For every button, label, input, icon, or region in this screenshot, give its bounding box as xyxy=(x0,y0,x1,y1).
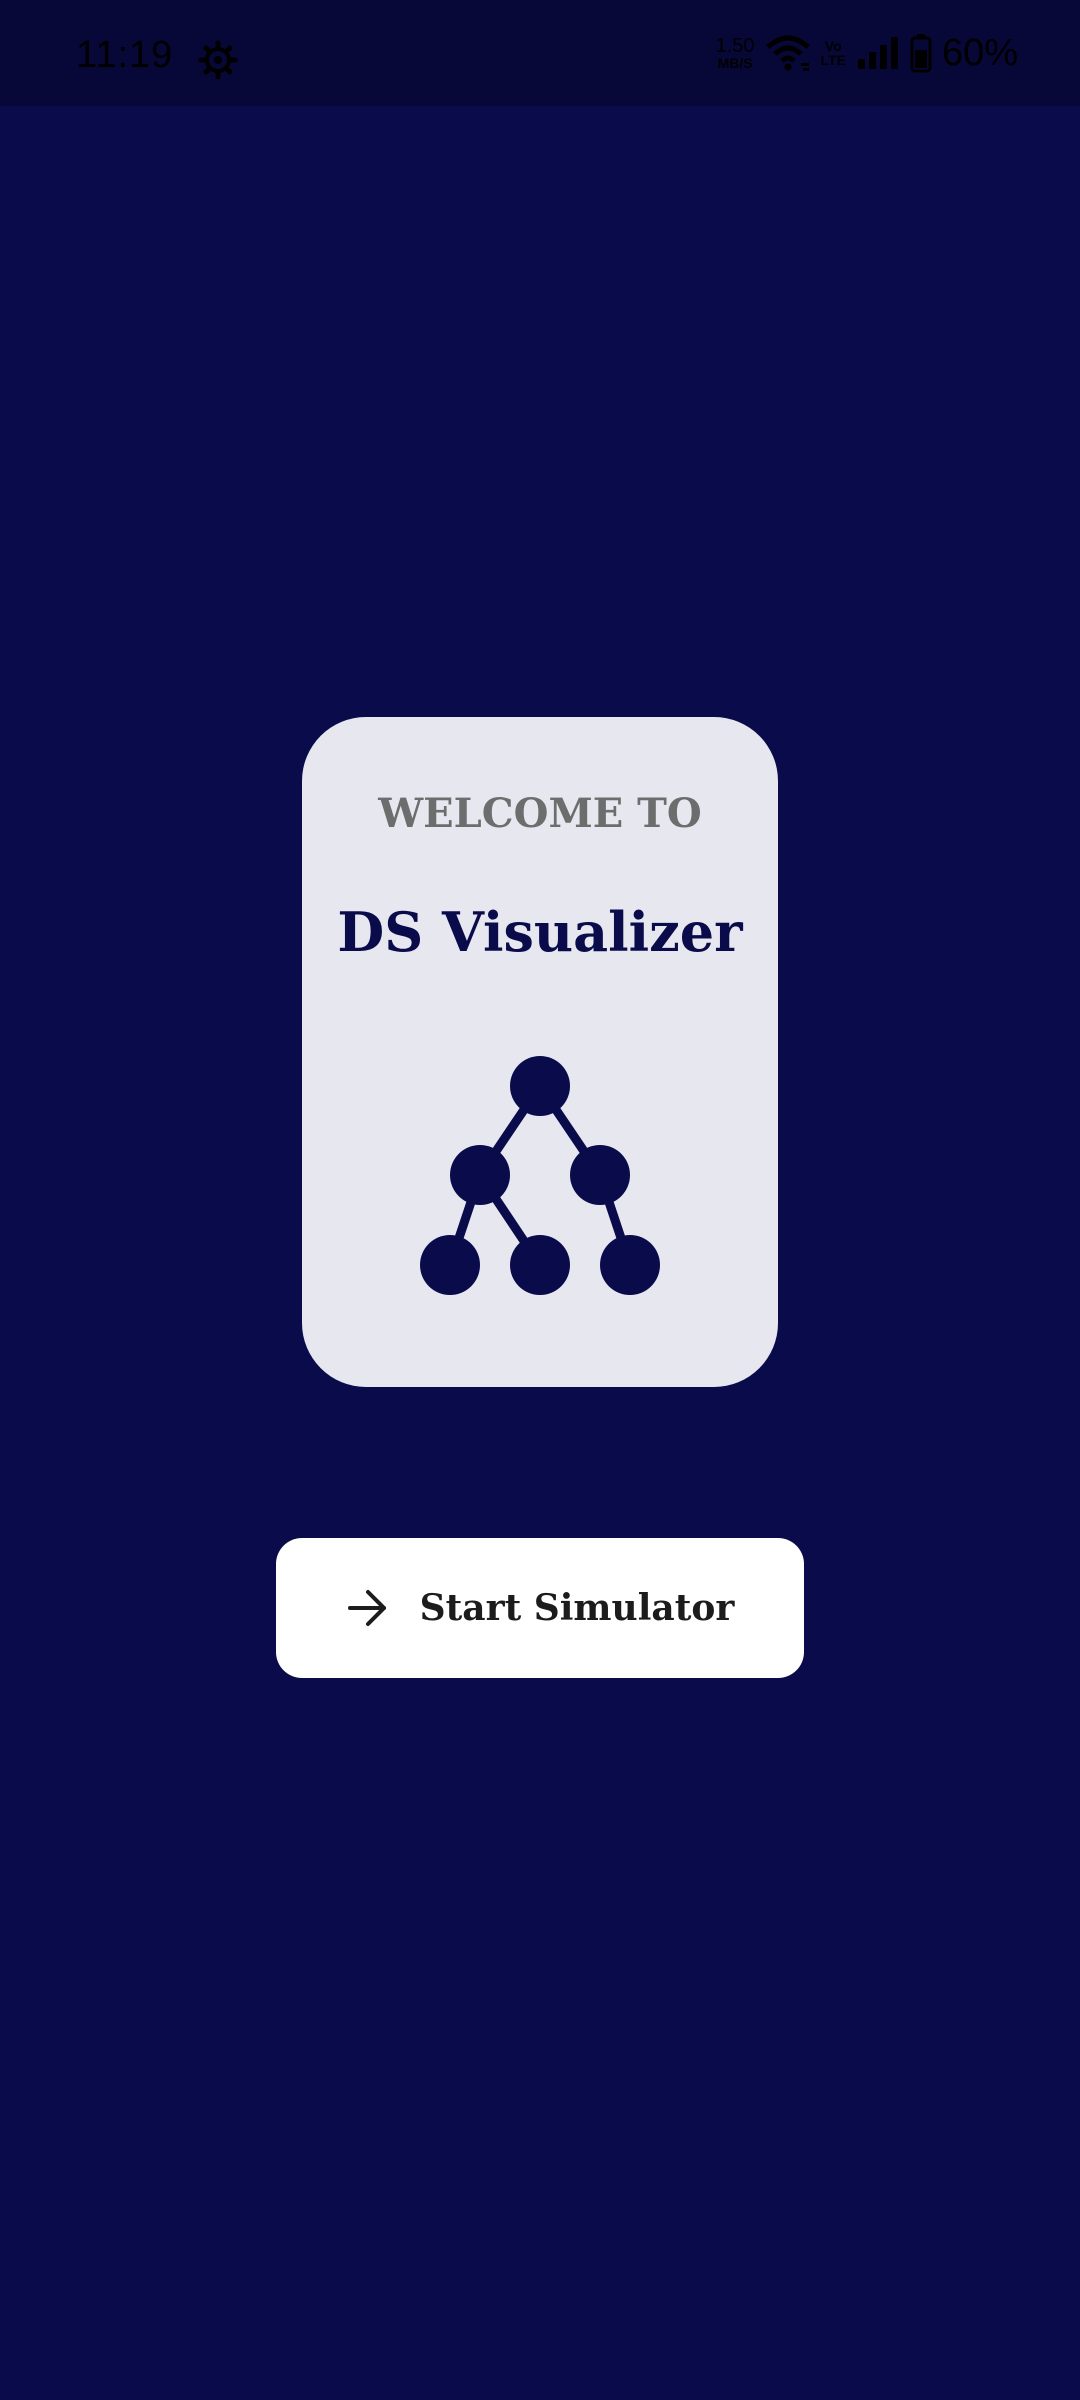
settings-gear-icon xyxy=(198,40,238,80)
arrow-right-icon xyxy=(347,1590,386,1626)
status-bar: 11:19 1.50 MB/S Vo LTE 60% xyxy=(0,0,1080,106)
start-simulator-label: Start Simulator xyxy=(419,1587,735,1629)
signal-icon xyxy=(857,37,898,69)
wifi-icon xyxy=(765,35,810,71)
status-indicators: 1.50 MB/S Vo LTE 60% xyxy=(716,26,1018,80)
tree-icon xyxy=(420,1056,660,1295)
network-speed-value: 1.50 xyxy=(715,35,755,57)
network-speed: 1.50 MB/S xyxy=(716,36,755,70)
app-title: DS Visualizer xyxy=(337,900,743,964)
volte-indicator: Vo LTE xyxy=(821,39,846,67)
battery-icon xyxy=(910,34,932,73)
start-simulator-button[interactable]: Start Simulator xyxy=(276,1538,804,1678)
battery-percent: 60% xyxy=(941,31,1018,74)
network-speed-unit: MB/S xyxy=(717,55,753,71)
welcome-label: WELCOME TO xyxy=(378,790,702,837)
volte-bottom: LTE xyxy=(820,52,846,68)
status-time: 11:19 xyxy=(76,34,174,76)
